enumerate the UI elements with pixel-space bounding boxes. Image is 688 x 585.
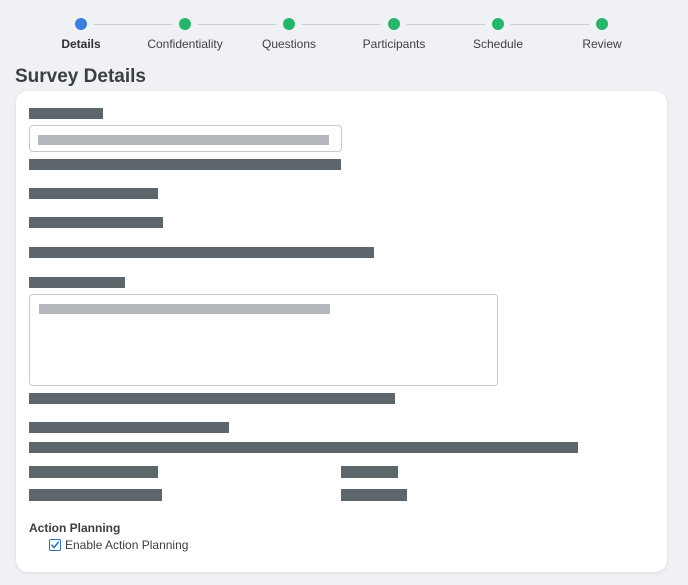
step-participants-dot[interactable] <box>388 18 400 30</box>
step-confidentiality-dot[interactable] <box>179 18 191 30</box>
step-connector <box>94 24 172 25</box>
checkmark-icon <box>51 541 60 549</box>
redacted-field-label <box>29 188 158 199</box>
redacted-input-value <box>38 135 329 145</box>
description-textarea[interactable] <box>29 294 498 386</box>
step-review-dot[interactable] <box>596 18 608 30</box>
enable-action-planning-checkbox[interactable] <box>49 539 61 551</box>
redacted-option[interactable] <box>341 489 407 501</box>
step-connector <box>198 24 276 25</box>
redacted-textarea-value <box>39 304 330 314</box>
action-planning-label: Action Planning <box>29 521 121 535</box>
step-connector <box>407 24 485 25</box>
redacted-helper-text <box>29 159 341 170</box>
enable-action-planning-label[interactable]: Enable Action Planning <box>65 538 188 552</box>
step-connector <box>302 24 380 25</box>
redacted-option[interactable] <box>29 466 158 478</box>
step-details-dot[interactable] <box>75 18 87 30</box>
redacted-field-text <box>29 247 374 258</box>
page-title: Survey Details <box>15 66 146 87</box>
progress-stepper: Details Confidentiality Questions Partic… <box>0 0 688 60</box>
step-schedule-dot[interactable] <box>492 18 504 30</box>
step-participants-label[interactable]: Participants <box>363 37 426 51</box>
step-review-label[interactable]: Review <box>582 37 621 51</box>
step-connector <box>511 24 589 25</box>
redacted-option[interactable] <box>29 489 162 501</box>
step-confidentiality-label[interactable]: Confidentiality <box>147 37 222 51</box>
redacted-helper-text <box>29 393 395 404</box>
step-questions-label[interactable]: Questions <box>262 37 316 51</box>
survey-details-card: Action Planning Enable Action Planning <box>16 91 667 572</box>
enable-action-planning-row[interactable]: Enable Action Planning <box>49 538 188 552</box>
redacted-field-text <box>29 442 578 453</box>
redacted-field-label <box>29 108 103 119</box>
step-questions-dot[interactable] <box>283 18 295 30</box>
step-schedule-label[interactable]: Schedule <box>473 37 523 51</box>
step-details-label[interactable]: Details <box>61 37 100 51</box>
redacted-field-label <box>29 217 163 228</box>
redacted-field-label <box>29 277 125 288</box>
redacted-option[interactable] <box>341 466 398 478</box>
redacted-field-label <box>29 422 229 433</box>
survey-name-input[interactable] <box>29 125 342 152</box>
